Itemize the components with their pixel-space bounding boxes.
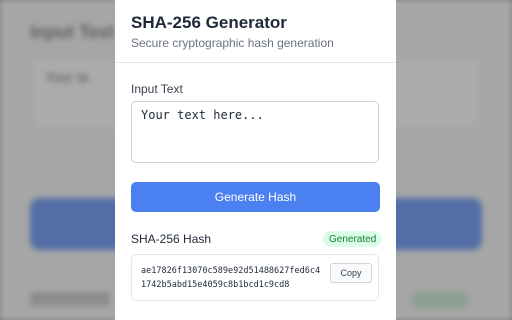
hash-output-box: ae17826f13070c589e92d51488627fed6c41742b…	[131, 254, 379, 301]
panel-subtitle: Secure cryptographic hash generation	[131, 36, 334, 50]
copy-button[interactable]: Copy	[330, 263, 372, 283]
panel-title: SHA-256 Generator	[131, 13, 287, 32]
panel-header: SHA-256 Generator Secure cryptographic h…	[115, 0, 396, 63]
generate-hash-button[interactable]: Generate Hash	[131, 182, 380, 212]
input-text-area[interactable]: Your text here...	[131, 101, 379, 163]
hash-value: ae17826f13070c589e92d51488627fed6c41742b…	[141, 266, 321, 290]
input-text-label: Input Text	[131, 82, 183, 96]
status-badge: Generated	[323, 231, 383, 247]
hash-label: SHA-256 Hash	[131, 232, 212, 246]
sha256-panel: SHA-256 Generator Secure cryptographic h…	[115, 0, 396, 320]
